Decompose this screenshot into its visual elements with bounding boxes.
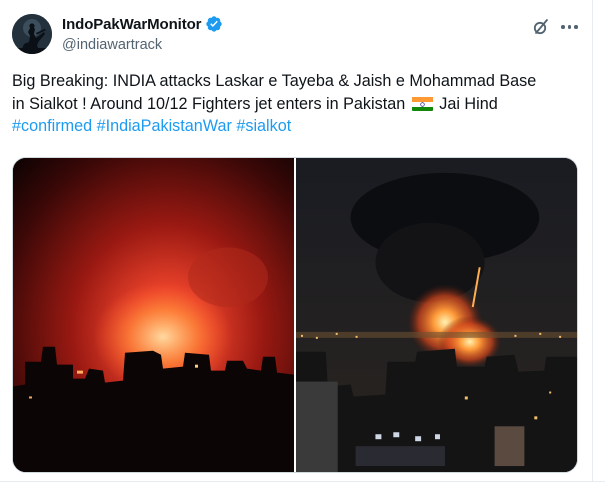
- avatar[interactable]: [12, 14, 52, 54]
- media-grid: [12, 157, 578, 473]
- tweet-text-line-2: in Sialkot ! Around 10/12 Fighters jet e…: [12, 93, 587, 116]
- hashtag-link[interactable]: #IndiaPakistanWar: [97, 117, 232, 135]
- india-flag-icon: [411, 96, 433, 111]
- more-dots-icon[interactable]: [561, 25, 578, 29]
- verified-badge-icon: [205, 15, 223, 33]
- tweet-text: Big Breaking: INDIA attacks Laskar e Tay…: [12, 70, 587, 138]
- tweet-text-line-2-a: in Sialkot ! Around 10/12 Fighters jet e…: [12, 94, 406, 113]
- hashtag-row: #confirmed #IndiaPakistanWar #sialkot: [12, 115, 587, 138]
- tweet-text-line-2-b: Jai Hind: [439, 94, 498, 113]
- author-name-row: IndoPakWarMonitor: [62, 15, 223, 33]
- soldier-silhouette-avatar-icon: [12, 14, 52, 54]
- author-handle[interactable]: @indiawartrack: [62, 37, 162, 53]
- night-explosion-city-smoke-image[interactable]: [296, 158, 577, 472]
- night-explosion-red-glow-image[interactable]: [13, 158, 294, 472]
- hashtag-link[interactable]: #sialkot: [236, 117, 291, 135]
- author-display-name[interactable]: IndoPakWarMonitor: [62, 16, 202, 33]
- tweet-text-line-1: Big Breaking: INDIA attacks Laskar e Tay…: [12, 72, 537, 90]
- grok-icon[interactable]: [531, 17, 551, 37]
- tweet-card[interactable]: IndoPakWarMonitor @indiawartrack Big Bre…: [0, 0, 605, 482]
- hashtag-link[interactable]: #confirmed: [12, 117, 92, 135]
- card-border-right: [592, 0, 593, 482]
